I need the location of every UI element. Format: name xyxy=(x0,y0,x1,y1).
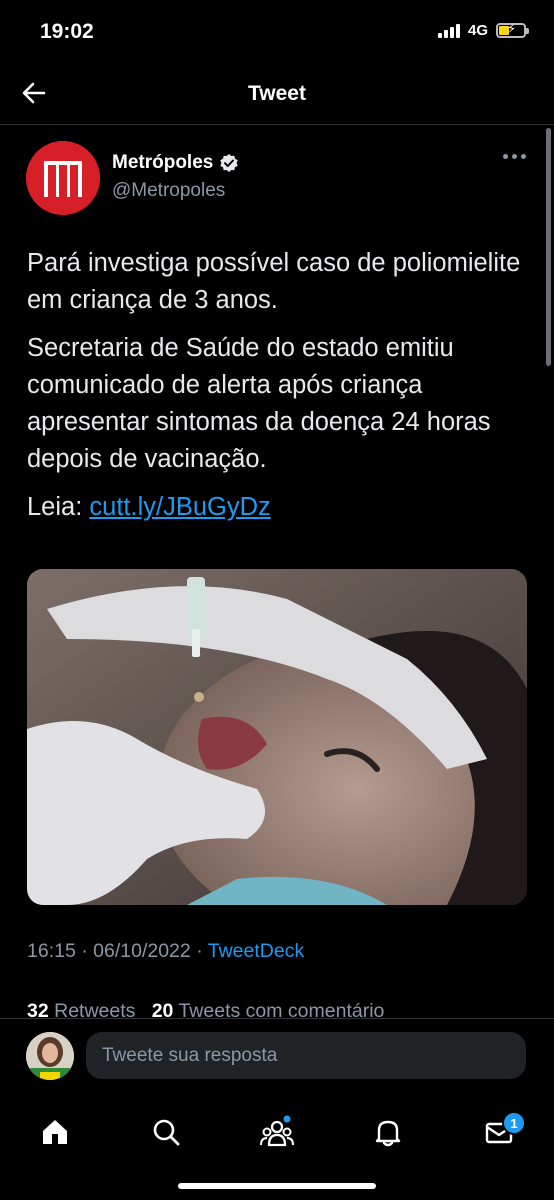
tab-search[interactable] xyxy=(138,1104,194,1160)
tweet-date: 06/10/2022 xyxy=(93,940,191,962)
author-info[interactable]: Metrópoles xyxy=(112,152,239,174)
vaccination-photo xyxy=(27,569,527,905)
tab-messages[interactable]: 1 xyxy=(471,1104,527,1160)
user-avatar[interactable] xyxy=(26,1032,74,1080)
tweet-paragraph: Pará investiga possível caso de poliomie… xyxy=(27,249,521,314)
communities-icon xyxy=(260,1115,294,1147)
tweet-link[interactable]: cutt.ly/JBuGyDz xyxy=(89,493,270,521)
divider xyxy=(0,124,554,125)
metropoles-logo-icon xyxy=(26,141,100,215)
tweet-paragraph: Secretaria de Saúde do estado emitiu com… xyxy=(27,334,491,473)
page-title: Tweet xyxy=(248,82,306,105)
more-options-icon[interactable] xyxy=(503,154,526,159)
reply-bar xyxy=(0,1018,554,1093)
search-icon xyxy=(153,1119,180,1146)
separator: · xyxy=(81,940,88,962)
link-prefix: Leia: xyxy=(27,493,90,521)
status-time: 19:02 xyxy=(40,20,94,43)
tweet-source[interactable]: TweetDeck xyxy=(208,940,304,962)
reply-input[interactable] xyxy=(86,1032,526,1079)
tweet-timestamp: 16:15 · 06/10/2022 · TweetDeck xyxy=(27,940,304,963)
tweet-image[interactable] xyxy=(27,569,527,905)
separator: · xyxy=(196,940,203,962)
tweet-time: 16:15 xyxy=(27,940,76,962)
bell-icon xyxy=(375,1120,401,1147)
tab-notifications[interactable] xyxy=(360,1104,416,1160)
author-avatar[interactable] xyxy=(26,141,100,215)
status-bar: 19:02 4G ⚡ xyxy=(0,0,554,64)
tweet-link-line: Leia: cutt.ly/JBuGyDz xyxy=(27,489,527,526)
network-type: 4G xyxy=(467,22,488,39)
tab-communities[interactable] xyxy=(249,1104,305,1160)
scrollbar[interactable] xyxy=(546,128,551,366)
author-name[interactable]: Metrópoles xyxy=(112,152,213,174)
battery-icon: ⚡ xyxy=(496,21,529,38)
nav-bar: Tweet xyxy=(0,64,554,124)
messages-badge: 1 xyxy=(502,1111,526,1135)
signal-icon xyxy=(437,23,460,38)
tab-home[interactable] xyxy=(27,1104,83,1160)
home-indicator xyxy=(178,1183,376,1189)
user-photo xyxy=(26,1032,74,1080)
tweet-text: Pará investiga possível caso de poliomie… xyxy=(27,245,527,537)
status-indicators: 4G ⚡ xyxy=(437,21,529,39)
author-handle[interactable]: @Metropoles xyxy=(112,180,225,202)
verified-badge-icon xyxy=(220,154,239,172)
home-icon xyxy=(43,1120,67,1144)
